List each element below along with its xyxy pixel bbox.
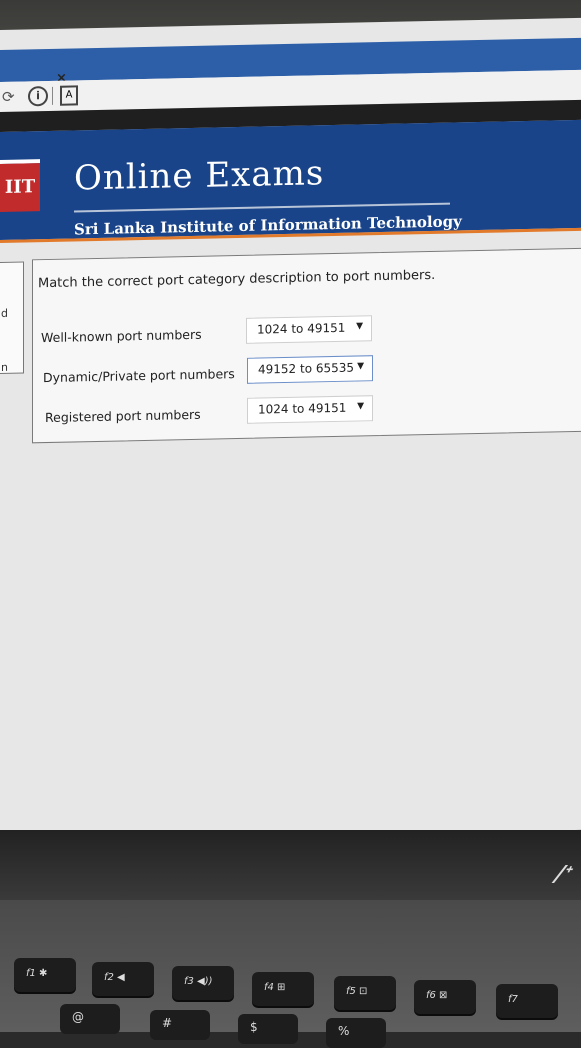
port-select[interactable]: 49152 to 65535 ▼ (247, 355, 373, 384)
match-row-label: Registered port numbers (45, 406, 201, 426)
keyboard-key[interactable]: f1 ✱ (14, 958, 76, 992)
key-label: f3 ◀)) (184, 976, 213, 987)
question-prompt: Match the correct port category descript… (38, 267, 436, 292)
keyboard-key[interactable]: f7 (496, 984, 558, 1018)
keyboard-key[interactable]: $ (238, 1014, 298, 1044)
keyboard-key[interactable]: f3 ◀)) (172, 966, 234, 1000)
dropdown-caret-icon: ▼ (357, 361, 364, 372)
laptop-bottom-bezel (0, 830, 581, 900)
match-row-label: Well-known port numbers (41, 326, 202, 346)
select-value: 1024 to 49151 (257, 320, 346, 337)
dropdown-caret-icon: ▼ (356, 321, 363, 332)
match-row-label: Dynamic/Private port numbers (43, 366, 235, 386)
keyboard-key[interactable]: f4 ⊞ (252, 972, 314, 1006)
screen: × ⟳ i A IIT Online Exams Sri Lanka Insti… (0, 17, 581, 843)
divider (52, 86, 53, 105)
keyboard-key[interactable]: f2 ◀ (92, 962, 154, 996)
key-label: f5 ⊡ (346, 986, 368, 997)
port-select[interactable]: 1024 to 49151 ▼ (246, 315, 372, 344)
dropdown-caret-icon: ▼ (357, 401, 364, 412)
site-info-icon[interactable]: i (28, 85, 48, 107)
keyboard-key[interactable]: @ (60, 1004, 120, 1034)
navigation-card-fragment: d n (0, 261, 24, 375)
reload-icon[interactable]: ⟳ (2, 88, 15, 106)
key-label: f2 ◀ (104, 972, 125, 983)
key-label: @ (72, 1010, 84, 1024)
keyboard: f1 ✱ f2 ◀ f3 ◀)) f4 ⊞ f5 ⊡ f6 ⊠ f7 @ # $… (0, 900, 581, 1048)
site-header: IIT Online Exams Sri Lanka Institute of … (0, 119, 581, 240)
key-label: f7 (508, 994, 518, 1005)
select-value: 49152 to 65535 (258, 360, 355, 377)
page-document-icon[interactable]: A (60, 85, 78, 106)
keyboard-key[interactable]: f5 ⊡ (334, 976, 396, 1010)
title-divider (74, 202, 450, 213)
institute-logo: IIT (0, 163, 40, 212)
port-select[interactable]: 1024 to 49151 ▼ (247, 395, 373, 424)
key-label: f6 ⊠ (426, 990, 448, 1001)
fragment-letter: d (1, 306, 8, 320)
question-card: Match the correct port category descript… (32, 247, 581, 444)
key-label: # (162, 1016, 173, 1030)
fragment-letter: n (1, 360, 8, 374)
keyboard-key[interactable]: # (150, 1010, 210, 1040)
keyboard-key[interactable]: f6 ⊠ (414, 980, 476, 1014)
key-label: f4 ⊞ (264, 982, 286, 993)
keyboard-key[interactable]: % (326, 1018, 386, 1048)
site-title: Online Exams (74, 153, 325, 199)
select-value: 1024 to 49151 (258, 400, 347, 417)
key-label: % (338, 1024, 350, 1038)
key-label: f1 ✱ (26, 968, 48, 979)
